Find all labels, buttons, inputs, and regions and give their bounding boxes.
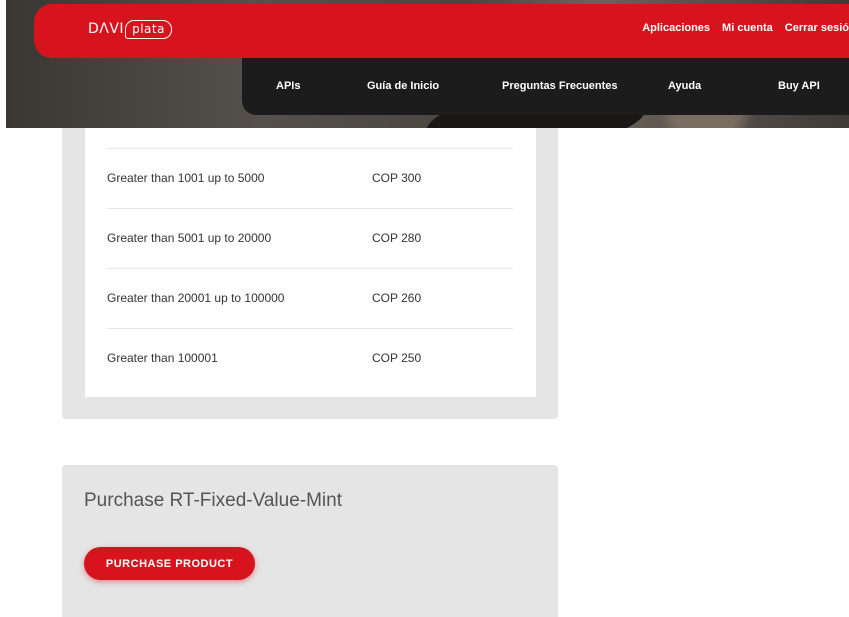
nav-link-cerrar-sesion[interactable]: Cerrar sesió bbox=[785, 22, 849, 34]
table-row: Greater than 100001 COP 250 bbox=[107, 328, 513, 389]
purchase-product-button[interactable]: PURCHASE PRODUCT bbox=[84, 547, 255, 580]
table-row: Greater than 20001 up to 100000 COP 260 bbox=[107, 268, 513, 329]
nav-link-preguntas-frecuentes[interactable]: Preguntas Frecuentes bbox=[502, 80, 618, 92]
nav-link-mi-cuenta[interactable]: Mi cuenta bbox=[722, 22, 773, 34]
purchase-card: Purchase RT-Fixed-Value-Mint PURCHASE PR… bbox=[62, 465, 558, 617]
nav-link-guia-de-inicio[interactable]: Guía de Inicio bbox=[367, 80, 439, 92]
logo-box-text: plata bbox=[125, 19, 172, 39]
price-value: COP 260 bbox=[372, 291, 422, 305]
nav-link-buy-api[interactable]: Buy API bbox=[778, 80, 820, 92]
purchase-title: Purchase RT-Fixed-Value-Mint bbox=[84, 490, 343, 511]
daviplata-logo[interactable]: DΛVI plata bbox=[88, 16, 172, 42]
page: DΛVI plata Aplicaciones Mi cuenta Cerrar… bbox=[0, 0, 849, 617]
price-range: Greater than 20001 up to 100000 bbox=[107, 291, 285, 305]
main-nav: APIs Guía de Inicio Preguntas Frecuentes… bbox=[242, 58, 849, 115]
table-row: Greater than 1001 up to 5000 COP 300 bbox=[107, 148, 513, 209]
table-row: Greater than 5001 up to 20000 COP 280 bbox=[107, 208, 513, 269]
pricing-card: Greater than 1001 up to 5000 COP 300 Gre… bbox=[62, 128, 558, 419]
nav-link-apis[interactable]: APIs bbox=[276, 80, 300, 92]
price-range: Greater than 1001 up to 5000 bbox=[107, 171, 265, 185]
price-range: Greater than 100001 bbox=[107, 351, 218, 365]
logo-text: DΛVI bbox=[88, 21, 125, 37]
price-value: COP 250 bbox=[372, 351, 422, 365]
price-range: Greater than 5001 up to 20000 bbox=[107, 231, 272, 245]
price-value: COP 300 bbox=[372, 171, 422, 185]
nav-link-ayuda[interactable]: Ayuda bbox=[668, 80, 701, 92]
price-value: COP 280 bbox=[372, 231, 422, 245]
pricing-table: Greater than 1001 up to 5000 COP 300 Gre… bbox=[85, 128, 536, 397]
nav-link-aplicaciones[interactable]: Aplicaciones bbox=[642, 22, 710, 34]
top-nav: Aplicaciones Mi cuenta Cerrar sesió bbox=[630, 22, 849, 34]
top-bar: DΛVI plata Aplicaciones Mi cuenta Cerrar… bbox=[34, 4, 849, 58]
